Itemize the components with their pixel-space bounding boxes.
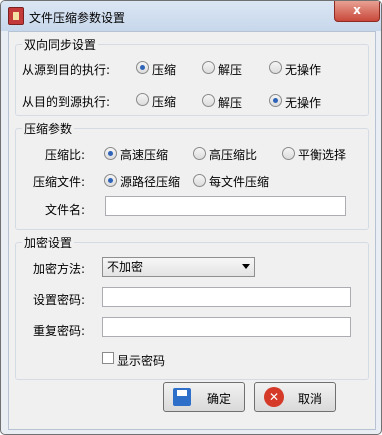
- dialog-window: 文件压缩参数设置 x 双向同步设置 从源到目的执行: 压缩 解压 无操作 从目的…: [0, 0, 382, 435]
- sync-legend: 双向同步设置: [24, 38, 97, 52]
- ratio-high-speed-label[interactable]: 高速压缩: [120, 146, 168, 163]
- source-path-label[interactable]: 源路径压缩: [120, 173, 180, 190]
- repeat-password-label: 重复密码:: [33, 324, 86, 338]
- app-archive-icon: [8, 7, 24, 25]
- show-password-label[interactable]: 显示密码: [117, 352, 165, 369]
- s2t-decompress-label[interactable]: 解压: [218, 61, 242, 78]
- compress-legend: 压缩参数: [24, 122, 73, 136]
- t2s-compress-radio[interactable]: [136, 93, 149, 106]
- ratio-balanced-label[interactable]: 平衡选择: [298, 146, 346, 163]
- cancel-label: 取消: [298, 392, 323, 406]
- t2s-decompress-radio[interactable]: [202, 94, 215, 107]
- ratio-label: 压缩比:: [45, 148, 86, 162]
- password-input[interactable]: [102, 287, 351, 307]
- s2t-none-label[interactable]: 无操作: [285, 61, 321, 78]
- ok-label: 确定: [207, 392, 232, 406]
- ratio-balanced-radio[interactable]: [282, 147, 295, 160]
- password-label: 设置密码:: [33, 293, 86, 307]
- show-password-checkbox[interactable]: [102, 352, 114, 364]
- s2t-decompress-radio[interactable]: [202, 61, 215, 74]
- encrypt-legend: 加密设置: [24, 236, 73, 250]
- t2s-decompress-label[interactable]: 解压: [218, 94, 242, 111]
- filename-input[interactable]: [105, 196, 346, 216]
- title-bar[interactable]: 文件压缩参数设置 x: [1, 1, 381, 31]
- filename-label: 文件名:: [45, 203, 86, 217]
- s2t-compress-radio[interactable]: [136, 61, 149, 74]
- close-button[interactable]: x: [334, 1, 380, 22]
- s2t-compress-label[interactable]: 压缩: [152, 61, 176, 78]
- per-file-label[interactable]: 每文件压缩: [209, 173, 269, 190]
- t2s-none-label[interactable]: 无操作: [285, 94, 321, 111]
- ok-button[interactable]: 确定: [163, 382, 245, 412]
- chevron-down-icon: [242, 264, 250, 269]
- t2s-none-radio[interactable]: [269, 94, 282, 107]
- source-path-radio[interactable]: [104, 174, 117, 187]
- cancel-button[interactable]: ✕ 取消: [254, 382, 336, 412]
- per-file-radio[interactable]: [193, 174, 206, 187]
- compress-file-label: 压缩文件:: [33, 175, 86, 189]
- ratio-high-speed-radio[interactable]: [104, 147, 117, 160]
- ratio-high-compression-radio[interactable]: [193, 147, 206, 160]
- ratio-high-compression-label[interactable]: 高压缩比: [209, 146, 257, 163]
- cancel-icon: ✕: [264, 387, 284, 407]
- dialog-body: 双向同步设置 从源到目的执行: 压缩 解压 无操作 从目的到源执行: 压缩 解压…: [8, 31, 376, 430]
- save-icon: [173, 388, 191, 406]
- close-icon: x: [353, 3, 361, 17]
- t2s-compress-label[interactable]: 压缩: [152, 93, 176, 110]
- encrypt-method-label: 加密方法:: [33, 262, 86, 276]
- repeat-password-input[interactable]: [102, 317, 351, 337]
- target-to-source-label: 从目的到源执行:: [22, 95, 111, 109]
- encrypt-method-select[interactable]: 不加密: [102, 257, 255, 277]
- window-title: 文件压缩参数设置: [29, 11, 126, 25]
- source-to-target-label: 从源到目的执行:: [22, 63, 111, 77]
- encrypt-method-value: 不加密: [107, 260, 144, 274]
- s2t-none-radio[interactable]: [269, 61, 282, 74]
